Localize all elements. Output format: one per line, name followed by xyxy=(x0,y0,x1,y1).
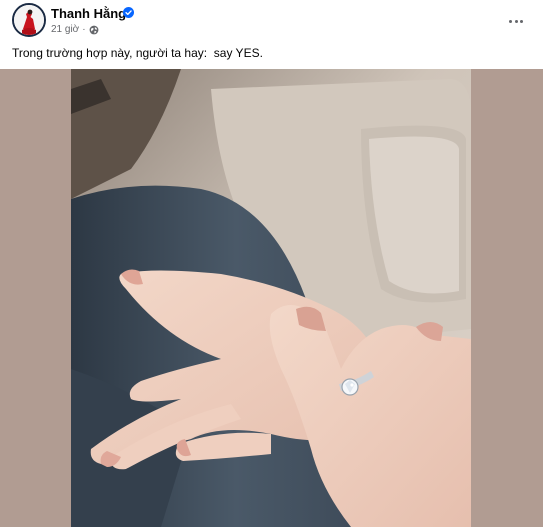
more-options-icon-dot xyxy=(508,19,512,23)
meta-separator: · xyxy=(82,24,86,35)
post-meta: 21 giờ · xyxy=(51,24,99,35)
post-header: Thanh Hằng 21 giờ · xyxy=(0,0,543,44)
verified-badge-icon xyxy=(123,7,134,18)
more-options-button[interactable] xyxy=(505,10,527,32)
post-caption: Trong trường hợp này, người ta hay: say … xyxy=(12,46,263,60)
author-name-link[interactable]: Thanh Hằng xyxy=(51,6,126,21)
facebook-post: Thanh Hằng 21 giờ · Trong trường hợp này… xyxy=(0,0,543,527)
author-avatar[interactable] xyxy=(12,3,46,37)
post-timestamp[interactable]: 21 giờ xyxy=(51,24,79,35)
post-media-frame xyxy=(0,69,543,527)
avatar-image xyxy=(14,5,44,35)
post-photo[interactable] xyxy=(71,69,471,527)
more-options-icon-dot xyxy=(514,19,518,23)
photo-image xyxy=(71,69,471,527)
globe-icon[interactable] xyxy=(89,25,99,35)
more-options-icon-dot xyxy=(520,19,524,23)
